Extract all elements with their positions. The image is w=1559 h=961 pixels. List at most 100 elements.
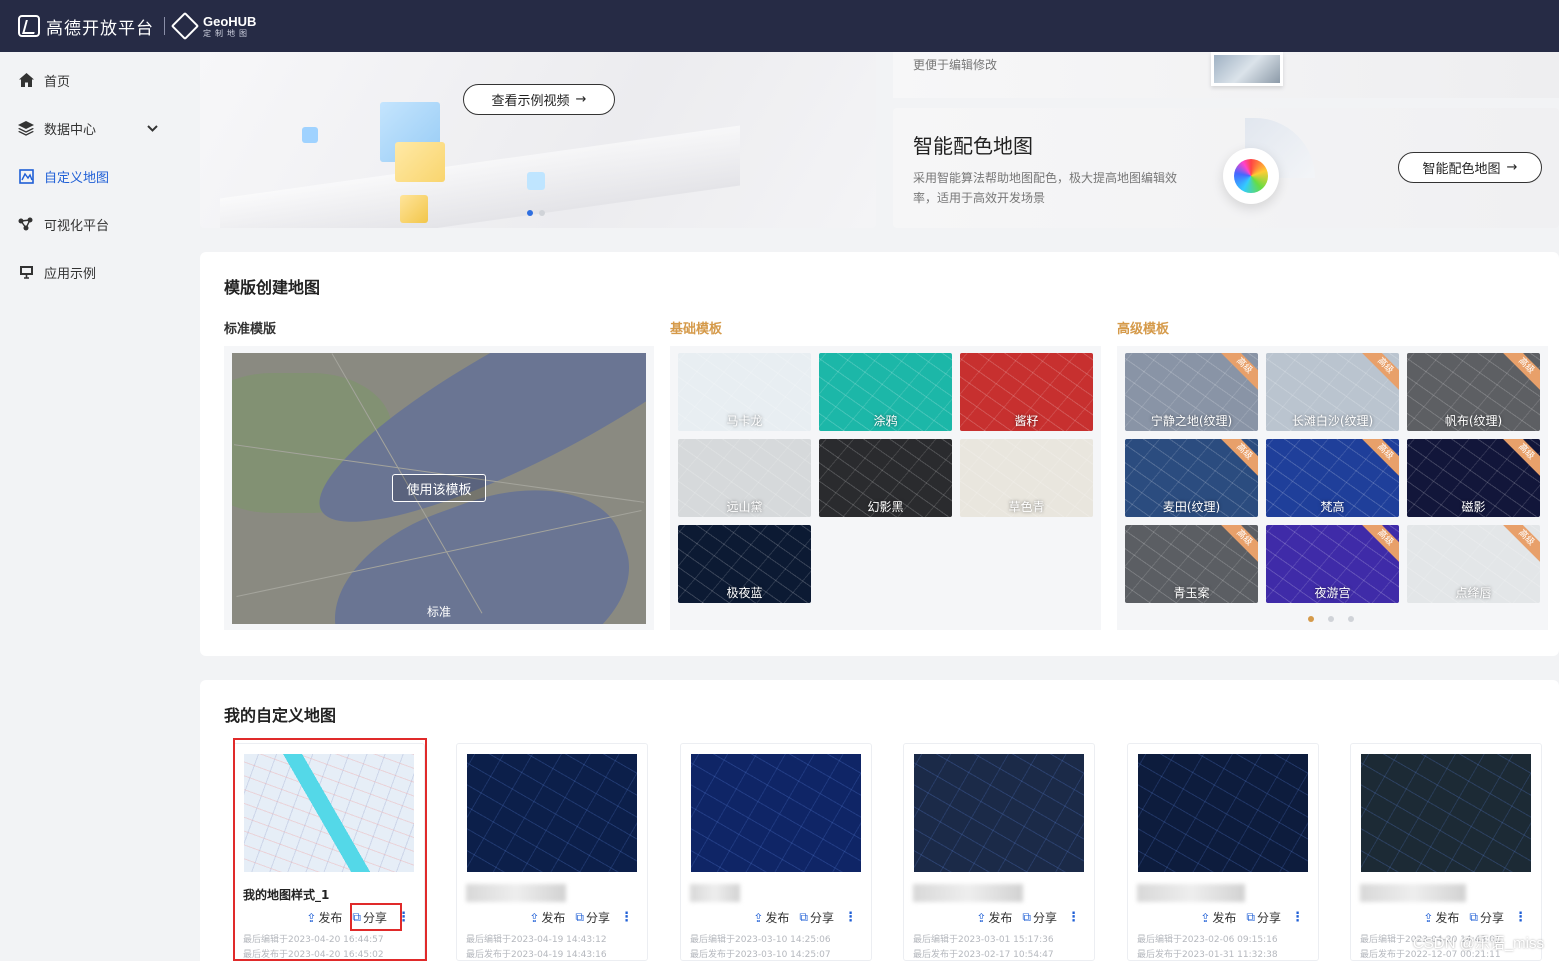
- banner-cube-illustration: [395, 142, 445, 182]
- template-tile[interactable]: 高级 宁静之地(纹理): [1125, 353, 1258, 431]
- map-card[interactable]: ⇪ 发布 ⧉ 分享 ⋮ 最后编辑于2023-02-06 09:15:16 最后发布于…: [1127, 743, 1319, 961]
- share-button[interactable]: ⧉ 分享: [1469, 909, 1504, 926]
- blurred-map-name: [1360, 884, 1466, 902]
- advanced-pagination-dots: [1308, 616, 1354, 622]
- publish-button[interactable]: ⇪ 发布: [1423, 909, 1459, 926]
- share-icon: ⧉: [1469, 910, 1478, 924]
- card-actions: ⇪ 发布 ⧉ 分享 ⋮: [753, 909, 857, 926]
- top-bar: 高德开放平台 GeoHUB 定制地图: [0, 0, 1559, 52]
- map-thumbnail[interactable]: [691, 754, 861, 872]
- upload-icon: ⇪: [1200, 910, 1211, 925]
- map-card[interactable]: ⇪ 发布 ⧉ 分享 ⋮ 最后编辑于2023-04-20 14:43:01 最后发布于…: [1350, 743, 1542, 961]
- map-card[interactable]: ⇪ 发布 ⧉ 分享 ⋮ 最后编辑于2023-04-19 14:43:12 最后发布于…: [456, 743, 648, 961]
- map-thumbnail[interactable]: [1361, 754, 1531, 872]
- template-tile[interactable]: 高级青玉案: [1125, 525, 1258, 603]
- template-tile[interactable]: 高级 帆布(纹理): [1407, 353, 1540, 431]
- publish-button[interactable]: ⇪ 发布: [529, 909, 565, 926]
- template-tile[interactable]: 高级 点绛唇: [1407, 525, 1540, 603]
- template-name: 青玉案: [1173, 586, 1210, 600]
- more-options-icon[interactable]: ⋮: [1067, 910, 1080, 925]
- sidebar-item-app-examples[interactable]: 应用示例: [0, 248, 180, 296]
- map-thumbnail[interactable]: [914, 754, 1084, 872]
- blurred-map-name: [466, 884, 566, 902]
- share-button[interactable]: ⧉ 分享: [575, 909, 610, 926]
- publish-button[interactable]: ⇪ 发布: [1200, 909, 1236, 926]
- more-options-icon[interactable]: ⋮: [1514, 910, 1527, 925]
- last-published-time: 最后发布于2023-04-19 14:43:16: [466, 950, 607, 960]
- basic-template-label: 基础模板: [670, 322, 723, 337]
- more-options-icon[interactable]: ⋮: [844, 910, 857, 925]
- template-tile[interactable]: 高级 长滩白沙(纹理): [1266, 353, 1399, 431]
- action-label: 发布: [1435, 911, 1460, 925]
- share-button[interactable]: ⧉ 分享: [799, 909, 834, 926]
- amap-logo-icon[interactable]: [18, 15, 40, 37]
- pagination-dot[interactable]: [1348, 616, 1354, 622]
- template-tile[interactable]: 极夜蓝: [678, 525, 811, 603]
- sidebar-item-visual-platform[interactable]: 可视化平台: [0, 200, 180, 248]
- map-card[interactable]: ⇪ 发布 ⧉ 分享 ⋮ 最后编辑于2023-03-10 14:25:06 最后发布于…: [680, 743, 872, 961]
- more-options-icon[interactable]: ⋮: [1291, 910, 1304, 925]
- sidebar-item-label: 数据中心: [44, 122, 97, 138]
- banner-illustration-plate: [220, 125, 740, 228]
- custom-map-icon: [18, 168, 34, 184]
- basic-template-grid: 马卡龙 涂鸦 酱籽 远山黛 幻影黑 草色青 极夜蓝: [670, 346, 1101, 630]
- template-name: 马卡龙: [726, 414, 763, 428]
- visual-icon: [18, 216, 34, 232]
- template-tile[interactable]: 幻影黑: [819, 439, 952, 517]
- template-tile[interactable]: 高级 麦田(纹理): [1125, 439, 1258, 517]
- geohub-logo[interactable]: GeoHUB 定制地图: [203, 15, 256, 38]
- section-title: 模版创建地图: [224, 278, 321, 297]
- chevron-down-icon[interactable]: [147, 122, 158, 135]
- template-tile[interactable]: 高级 夜游宫: [1266, 525, 1399, 603]
- standard-template-card[interactable]: 使用该模板 标准: [224, 346, 654, 630]
- template-tile[interactable]: 涂鸦: [819, 353, 952, 431]
- pagination-dot[interactable]: [1308, 616, 1314, 622]
- action-label: 发布: [541, 911, 566, 925]
- publish-button[interactable]: ⇪ 发布: [976, 909, 1012, 926]
- blurred-map-name: [690, 884, 740, 902]
- upload-icon: ⇪: [529, 910, 540, 925]
- sidebar-item-label: 可视化平台: [44, 218, 110, 234]
- use-template-button[interactable]: 使用该模板: [392, 474, 486, 502]
- template-tile[interactable]: 马卡龙: [678, 353, 811, 431]
- template-tile[interactable]: 高级 梵高: [1266, 439, 1399, 517]
- sidebar-item-label: 应用示例: [44, 266, 97, 282]
- template-tile[interactable]: 酱籽: [960, 353, 1093, 431]
- more-options-icon[interactable]: ⋮: [620, 910, 633, 925]
- carousel-dot[interactable]: [527, 210, 533, 216]
- banner-cube-illustration: [400, 195, 428, 223]
- sidebar-item-custom-map[interactable]: 自定义地图: [0, 152, 180, 200]
- map-card[interactable]: ⇪ 发布 ⧉ 分享 ⋮ 最后编辑于2023-03-01 15:17:36 最后发布于…: [903, 743, 1095, 961]
- sidebar-item-label: 首页: [44, 74, 71, 90]
- carousel-dot[interactable]: [539, 210, 545, 216]
- upload-icon: ⇪: [753, 910, 764, 925]
- brand-name[interactable]: 高德开放平台: [46, 14, 154, 39]
- feature-title: 智能配色地图: [913, 134, 1033, 158]
- layers-icon: [18, 120, 34, 136]
- template-name: 酱籽: [1014, 414, 1039, 428]
- publish-button[interactable]: ⇪ 发布: [753, 909, 789, 926]
- template-name: 麦田(纹理): [1162, 500, 1221, 514]
- advanced-badge: 高级: [1219, 525, 1258, 563]
- map-thumbnail[interactable]: [1138, 754, 1308, 872]
- map-thumbnail[interactable]: [467, 754, 637, 872]
- template-name: 涂鸦: [873, 414, 898, 428]
- share-button[interactable]: ⧉ 分享: [1022, 909, 1057, 926]
- template-tile[interactable]: 草色青: [960, 439, 1093, 517]
- share-icon: ⧉: [1022, 910, 1031, 924]
- blurred-map-name: [1137, 884, 1245, 902]
- sidebar: 首页 数据中心 自定义地图 可视化平台 应用示例: [0, 52, 180, 961]
- blurred-map-name: [913, 884, 1023, 902]
- template-tile[interactable]: 高级 磁影: [1407, 439, 1540, 517]
- template-name: 标准: [426, 605, 451, 619]
- view-example-video-button[interactable]: 查看示例视频 →: [463, 84, 615, 115]
- smart-color-map-button[interactable]: 智能配色地图 →: [1398, 152, 1542, 183]
- geohub-title: GeoHUB: [203, 13, 257, 29]
- sidebar-item-data-center[interactable]: 数据中心: [0, 104, 180, 152]
- advanced-badge: 高级: [1501, 439, 1540, 477]
- template-tile[interactable]: 远山黛: [678, 439, 811, 517]
- share-button[interactable]: ⧉ 分享: [1246, 909, 1281, 926]
- advanced-template-grid: 高级 宁静之地(纹理) 高级 长滩白沙(纹理) 高级 帆布(纹理) 高级 麦田(纹理) …: [1117, 346, 1548, 630]
- pagination-dot[interactable]: [1328, 616, 1334, 622]
- sidebar-item-home[interactable]: 首页: [0, 56, 180, 104]
